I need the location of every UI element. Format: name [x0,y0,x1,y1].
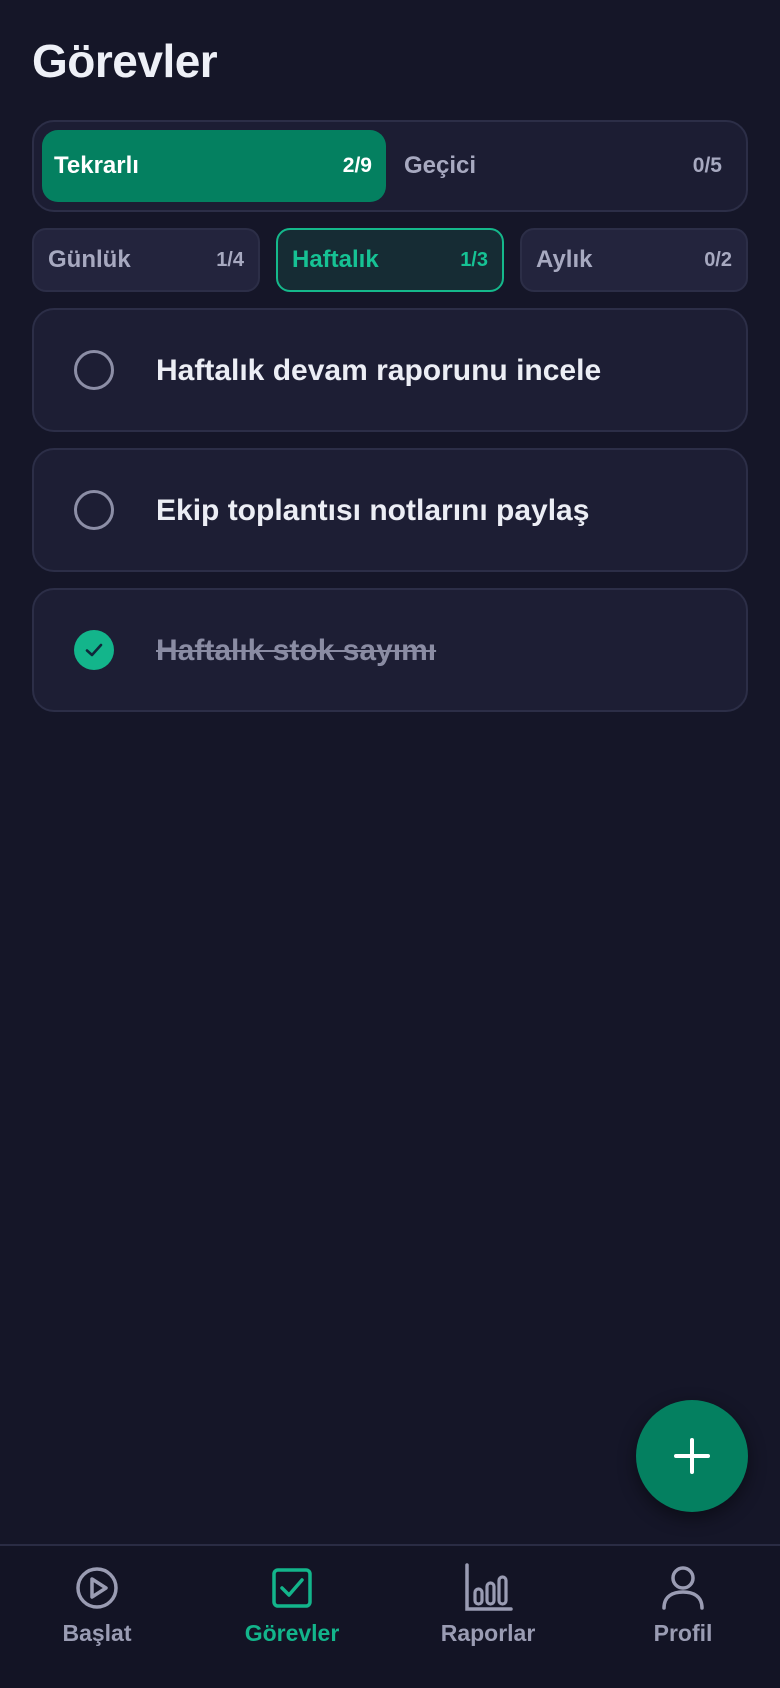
checkmark-icon [85,643,103,657]
period-tab-count: 1/3 [460,248,488,271]
nav-item-label: Başlat [62,1620,132,1646]
person-icon [657,1562,709,1614]
task-checkbox[interactable] [74,350,114,390]
task-checkbox[interactable] [74,490,114,530]
segment-temporary-label: Geçici [404,152,477,179]
segment-recurring-label: Tekrarlı [54,152,139,179]
period-tab-count: 1/4 [216,248,244,271]
play-circle-icon [71,1562,123,1614]
segment-temporary[interactable]: Geçici 0/5 [394,130,742,202]
nav-item-label: Raporlar [440,1620,536,1646]
page-title: Görevler [32,35,218,87]
period-tab-count: 0/2 [704,248,732,271]
bottom-navigation: Başlat Görevler Raporlar Profil [0,1544,780,1688]
add-task-button[interactable] [636,1400,748,1512]
checkbox-icon [266,1562,318,1614]
nav-item-label: Görevler [244,1620,340,1646]
nav-item-start[interactable]: Başlat [17,1562,177,1662]
task-title: Haftalık devam raporunu incele [156,354,602,387]
nav-item-reports[interactable]: Raporlar [408,1562,568,1662]
period-tab-daily[interactable]: Günlük 1/4 [32,228,260,292]
segment-temporary-count: 0/5 [692,154,722,177]
task-title: Haftalık stok sayımı [156,634,437,667]
period-tab-label: Günlük [48,246,131,273]
nav-item-profile[interactable]: Profil [603,1562,763,1662]
task-item[interactable]: Ekip toplantısı notlarını paylaş [32,448,748,572]
segment-recurring-count: 2/9 [342,154,372,177]
task-title: Ekip toplantısı notlarını paylaş [156,494,590,527]
period-tab-label: Aylık [536,246,593,273]
period-tab-monthly[interactable]: Aylık 0/2 [520,228,748,292]
tasks-screen: Görevler Tekrarlı 2/9 Geçici 0/5 Günlük … [0,0,780,1688]
segment-recurring[interactable]: Tekrarlı 2/9 [42,130,386,202]
task-item[interactable]: Haftalık devam raporunu incele [32,308,748,432]
period-tab-weekly[interactable]: Haftalık 1/3 [276,228,504,292]
task-checkbox-checked[interactable] [74,630,114,670]
plus-icon [674,1438,710,1474]
task-item[interactable]: Haftalık stok sayımı [32,588,748,712]
bar-chart-icon [462,1562,514,1614]
task-type-segmented-control: Tekrarlı 2/9 Geçici 0/5 [32,120,748,212]
nav-item-label: Profil [653,1620,713,1646]
period-tab-label: Haftalık [292,246,379,273]
nav-item-tasks[interactable]: Görevler [212,1562,372,1662]
